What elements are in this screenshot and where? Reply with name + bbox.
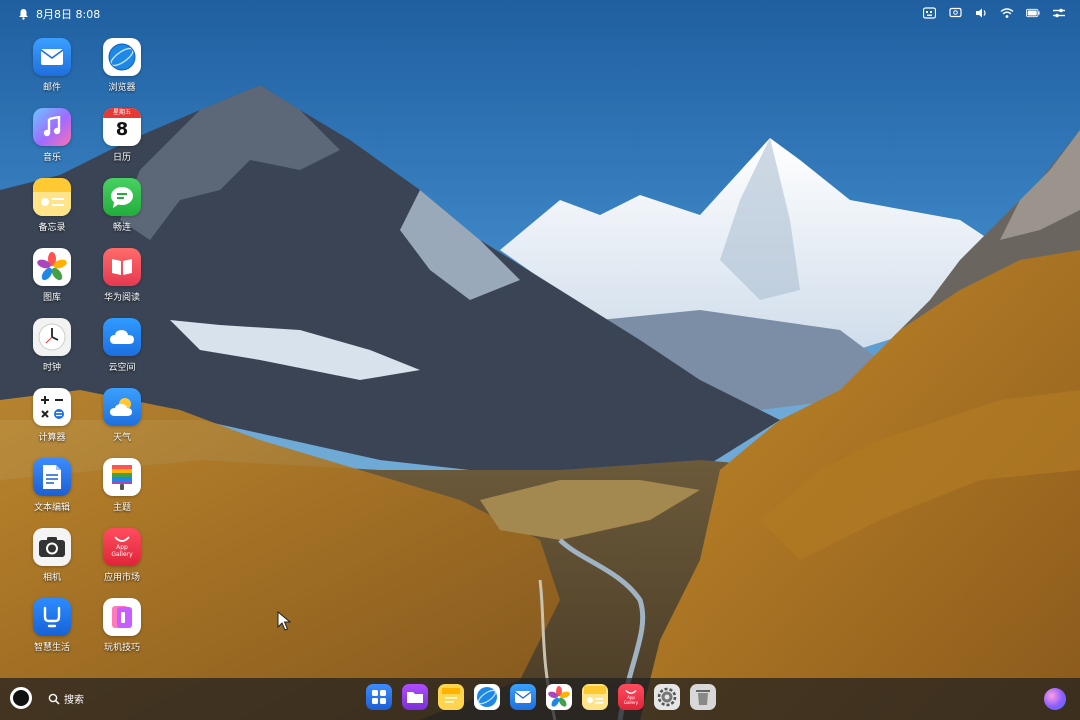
app-music[interactable]: 音乐	[22, 108, 82, 174]
wifi-icon[interactable]	[1000, 6, 1014, 20]
app-calculator[interactable]: 计算器	[22, 388, 82, 454]
file-manager-icon[interactable]	[402, 684, 428, 710]
app-label: 音乐	[42, 153, 61, 163]
notes-icon[interactable]	[438, 684, 464, 710]
app-text-editor[interactable]: 文本编辑	[22, 458, 82, 524]
app-appgallery[interactable]: App Gallery 应用市场	[92, 528, 152, 594]
books-icon	[103, 248, 141, 286]
themes-icon	[103, 458, 141, 496]
battery-icon[interactable]	[1026, 6, 1040, 20]
app-camera[interactable]: 相机	[22, 528, 82, 594]
taskbar: 搜索 App Gallery	[0, 678, 1080, 720]
meetime-icon	[103, 178, 141, 216]
app-weather[interactable]: 天气	[92, 388, 152, 454]
browser-icon[interactable]	[474, 684, 500, 710]
app-label: 文本编辑	[33, 503, 70, 513]
app-label: 日历	[112, 153, 131, 163]
notes-icon	[33, 178, 71, 216]
calendar-icon: 星期五 8	[103, 108, 141, 146]
settings-icon[interactable]	[654, 684, 680, 710]
screen-cast-icon[interactable]	[948, 6, 962, 20]
dock: App Gallery	[366, 684, 716, 710]
weather-icon	[103, 388, 141, 426]
app-label: 应用市场	[103, 573, 140, 583]
app-tips[interactable]: 玩机技巧	[92, 598, 152, 664]
calculator-icon	[33, 388, 71, 426]
search-button[interactable]: 搜索	[48, 691, 84, 706]
appgallery-text: App Gallery	[111, 544, 133, 558]
app-browser[interactable]: 浏览器	[92, 38, 152, 104]
app-label: 时钟	[42, 363, 61, 373]
app-label: 畅连	[112, 223, 131, 233]
app-label: 邮件	[42, 83, 61, 93]
memo-icon[interactable]	[582, 684, 608, 710]
app-label: 主题	[112, 503, 131, 513]
tips-icon	[103, 598, 141, 636]
app-label: 计算器	[38, 433, 66, 443]
calendar-weekday: 星期五	[103, 108, 141, 118]
app-themes[interactable]: 主题	[92, 458, 152, 524]
app-mail[interactable]: 邮件	[22, 38, 82, 104]
app-center-icon[interactable]	[366, 684, 392, 710]
app-clock[interactable]: 时钟	[22, 318, 82, 384]
keyboard-icon[interactable]	[922, 6, 936, 20]
mail-icon[interactable]	[510, 684, 536, 710]
app-calendar[interactable]: 星期五 8 日历	[92, 108, 152, 174]
app-label: 相机	[42, 573, 61, 583]
music-icon	[33, 108, 71, 146]
ai-life-icon	[33, 598, 71, 636]
mail-icon	[33, 38, 71, 76]
date-time[interactable]: 8月8日 8:08	[36, 6, 100, 22]
app-label: 智慧生活	[33, 643, 70, 653]
app-notes[interactable]: 备忘录	[22, 178, 82, 244]
app-meetime[interactable]: 畅连	[92, 178, 152, 244]
app-label: 图库	[42, 293, 61, 303]
trash-icon[interactable]	[690, 684, 716, 710]
app-label: 玩机技巧	[103, 643, 140, 653]
app-label: 天气	[112, 433, 131, 443]
camera-icon	[33, 528, 71, 566]
clock-icon	[33, 318, 71, 356]
browser-icon	[103, 38, 141, 76]
app-label: 云空间	[108, 363, 136, 373]
app-label: 备忘录	[38, 223, 66, 233]
search-label: 搜索	[64, 695, 84, 706]
cloud-icon	[103, 318, 141, 356]
control-center-icon[interactable]	[1052, 6, 1066, 20]
app-label: 浏览器	[108, 83, 136, 93]
start-button[interactable]	[10, 687, 32, 709]
app-books[interactable]: 华为阅读	[92, 248, 152, 314]
desktop-icon-grid: 邮件 浏览器 音乐 星期五 8 日历 备忘录 畅连 图库 华为阅读 时钟 云空间…	[22, 38, 152, 664]
status-bar: 8月8日 8:08	[0, 0, 1080, 26]
volume-icon[interactable]	[974, 6, 988, 20]
calendar-day: 8	[115, 119, 129, 140]
appgallery-text: App Gallery	[623, 694, 639, 705]
app-cloud[interactable]: 云空间	[92, 318, 152, 384]
text-editor-icon	[33, 458, 71, 496]
appgallery-icon[interactable]: App Gallery	[618, 684, 644, 710]
assistant-icon[interactable]	[1044, 688, 1066, 710]
gallery-icon	[33, 248, 71, 286]
mouse-cursor-icon	[277, 611, 291, 631]
gallery-icon[interactable]	[546, 684, 572, 710]
bell-icon[interactable]	[16, 7, 30, 21]
app-ai-life[interactable]: 智慧生活	[22, 598, 82, 664]
appgallery-icon: App Gallery	[103, 528, 141, 566]
app-gallery[interactable]: 图库	[22, 248, 82, 314]
app-label: 华为阅读	[103, 293, 140, 303]
desktop-wallpaper	[0, 0, 1080, 720]
search-icon	[48, 693, 60, 705]
